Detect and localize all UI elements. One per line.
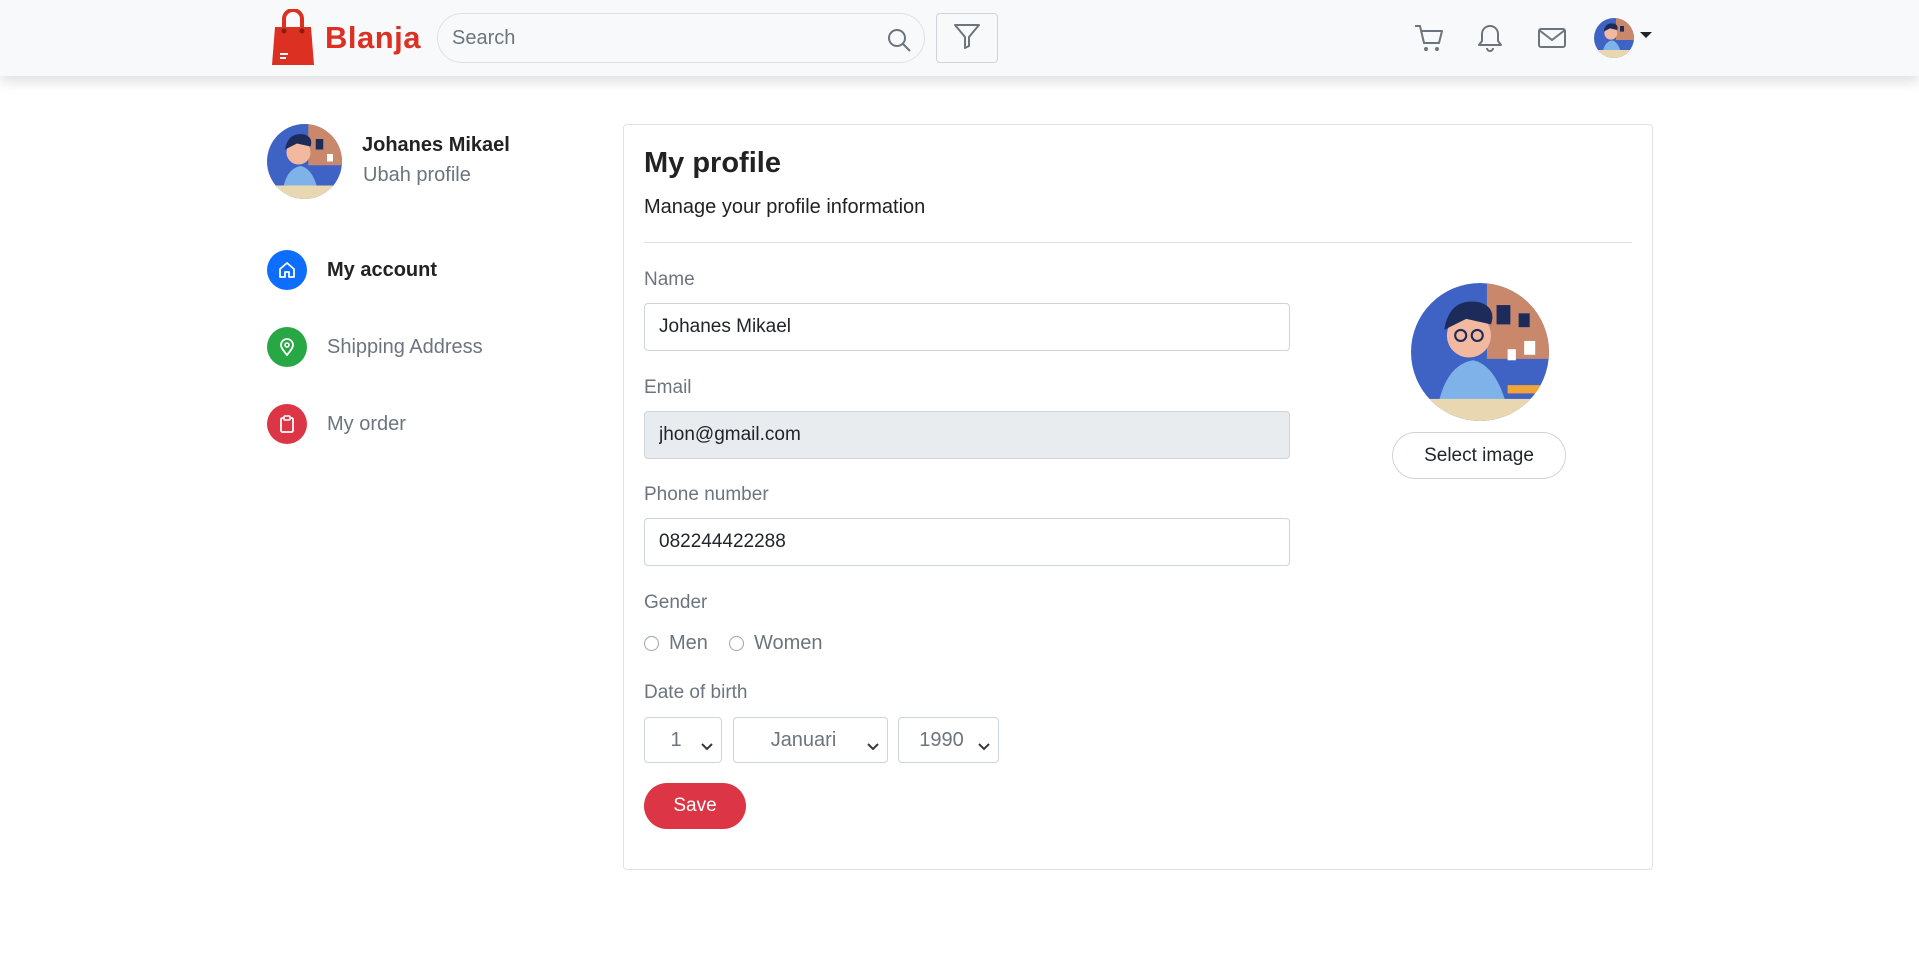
divider	[644, 242, 1632, 243]
dob-day-select[interactable]: 1	[644, 717, 722, 763]
dob-month-select[interactable]: Januari	[733, 717, 888, 763]
sidebar-item-label: My order	[327, 412, 406, 435]
sidebar-user-name: Johanes Mikael	[362, 134, 510, 156]
chevron-down-icon	[978, 735, 990, 758]
gender-radio-men[interactable]: Men	[644, 632, 708, 655]
email-field	[644, 411, 1290, 459]
edit-profile-link[interactable]: Ubah profile	[363, 164, 471, 187]
select-value: 1990	[919, 728, 964, 751]
select-image-button[interactable]: Select image	[1392, 432, 1566, 479]
mail-icon[interactable]	[1536, 22, 1568, 54]
gender-label: Gender	[644, 592, 708, 613]
radio-circle[interactable]	[729, 636, 744, 651]
dob-label: Date of birth	[644, 682, 748, 703]
select-value: Januari	[770, 728, 837, 751]
gender-radio-women[interactable]: Women	[729, 632, 823, 655]
save-button[interactable]: Save	[644, 783, 746, 829]
search-bar	[437, 13, 925, 63]
top-navbar: Blanja	[0, 0, 1919, 76]
filter-button[interactable]	[936, 13, 998, 63]
sidebar-item-label: My account	[327, 258, 438, 281]
chevron-down-icon	[867, 735, 879, 758]
user-avatar[interactable]	[1594, 18, 1634, 58]
name-field[interactable]	[644, 303, 1290, 351]
page-subtitle: Manage your profile information	[644, 196, 926, 218]
radio-circle[interactable]	[644, 636, 659, 651]
sidebar-avatar	[267, 124, 342, 199]
phone-field[interactable]	[644, 518, 1290, 566]
profile-avatar	[1411, 283, 1549, 421]
search-icon[interactable]	[886, 27, 912, 53]
phone-label: Phone number	[644, 484, 769, 505]
bell-icon[interactable]	[1474, 22, 1506, 54]
clipboard-icon	[267, 404, 307, 444]
sidebar-item-shipping-address[interactable]: Shipping Address	[267, 326, 483, 368]
sidebar-item-label: Shipping Address	[327, 335, 483, 358]
cart-icon[interactable]	[1413, 22, 1445, 54]
name-label: Name	[644, 269, 695, 290]
map-pin-icon	[267, 327, 307, 367]
sidebar-item-my-account[interactable]: My account	[267, 249, 437, 291]
chevron-down-icon	[701, 735, 713, 758]
search-input[interactable]	[452, 24, 872, 52]
profile-card: My profile Manage your profile informati…	[623, 124, 1653, 870]
filter-icon	[953, 22, 981, 55]
brand-name: Blanja	[325, 20, 422, 55]
radio-label: Men	[669, 632, 708, 654]
shopping-bag-icon	[271, 8, 315, 67]
sidebar-item-my-order[interactable]: My order	[267, 403, 406, 445]
chevron-down-icon[interactable]	[1640, 32, 1652, 38]
home-icon	[267, 250, 307, 290]
radio-label: Women	[754, 632, 823, 654]
page-title: My profile	[644, 147, 781, 179]
email-label: Email	[644, 377, 692, 398]
brand-logo[interactable]: Blanja	[271, 8, 422, 67]
dob-year-select[interactable]: 1990	[898, 717, 999, 763]
select-value: 1	[670, 728, 682, 751]
